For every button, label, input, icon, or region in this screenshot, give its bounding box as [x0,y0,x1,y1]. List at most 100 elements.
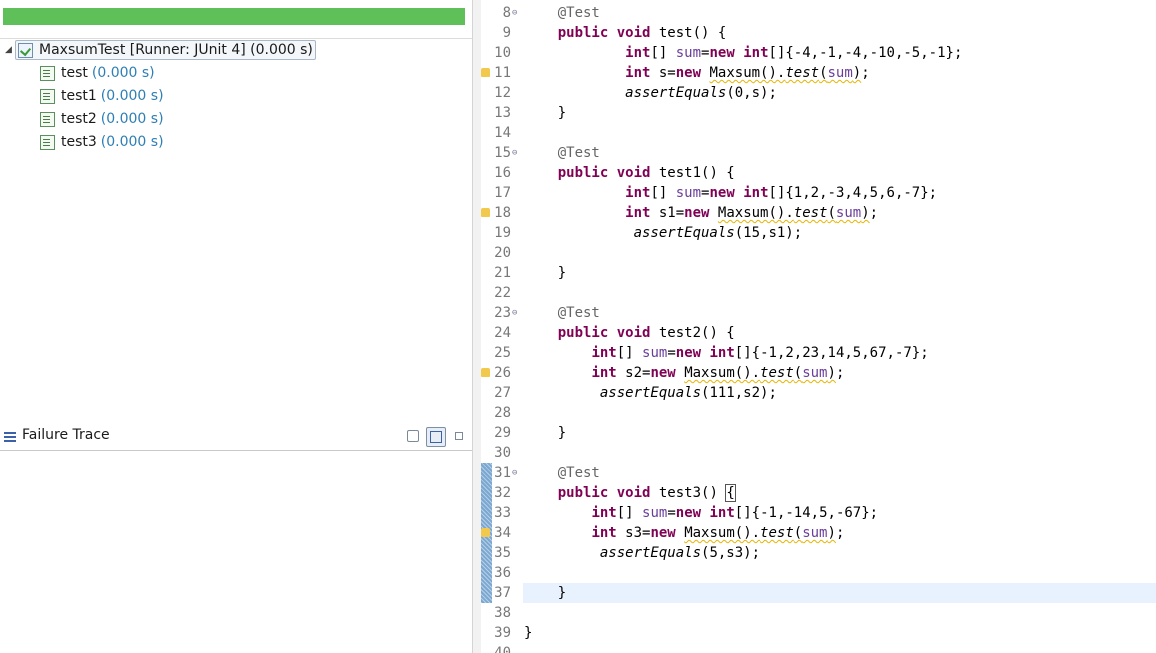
code-text: } [524,585,567,601]
test-case-ok-icon [40,65,55,81]
tree-item-test[interactable]: test3 (0.000 s) [40,131,164,153]
code-line[interactable]: 30 [481,443,1156,463]
compare-results-icon[interactable] [426,427,446,447]
code-line[interactable]: 35 assertEquals(5,s3); [481,543,1156,563]
code-line[interactable]: 36 [481,563,1156,583]
line-number: 9 [502,25,511,41]
code-line[interactable]: 22 [481,283,1156,303]
code-text: int[] sum=new int[]{-1,-14,5,-67}; [591,505,879,521]
tree-item-test[interactable]: test (0.000 s) [40,62,155,84]
code-line[interactable]: 20 [481,243,1156,263]
line-number: 28 [494,405,511,421]
line-number: 8 [502,5,511,21]
code-line[interactable]: 37 } [481,583,1156,603]
filter-stack-icon[interactable] [404,427,422,445]
tree-item-test-time: (0.000 s) [91,65,155,81]
code-text: int[] sum=new int[]{-4,-1,-4,-10,-5,-1}; [625,45,963,61]
test-suite-ok-icon [18,42,33,58]
tree-item-selection: MaxsumTest [Runner: JUnit 4] (0.000 s) [15,40,316,60]
line-number: 11 [494,65,511,81]
code-line[interactable]: 32 public void test3() { [481,483,1156,503]
code-line[interactable]: 11 int s=new Maxsum().test(sum); [481,63,1156,83]
code-line[interactable]: 28 [481,403,1156,423]
code-text: int[] sum=new int[]{-1,2,23,14,5,67,-7}; [591,345,929,361]
code-line[interactable]: 14 [481,123,1156,143]
line-number: 19 [494,225,511,241]
code-line[interactable]: 10 int[] sum=new int[]{-4,-1,-4,-10,-5,-… [481,43,1156,63]
line-number: 36 [494,565,511,581]
line-number: 31 [494,465,511,481]
code-line[interactable]: 39} [481,623,1156,643]
code-line[interactable]: 16 public void test1() { [481,163,1156,183]
tree-item-root[interactable]: ◢ MaxsumTest [Runner: JUnit 4] (0.000 s) [5,39,316,61]
tree-item-test-time: (0.000 s) [100,111,164,127]
line-number: 12 [494,85,511,101]
code-line[interactable]: 23 ⊖ @Test [481,303,1156,323]
code-line[interactable]: 38 [481,603,1156,623]
code-line[interactable]: 24 public void test2() { [481,323,1156,343]
code-text: } [524,105,567,121]
line-number: 17 [494,185,511,201]
line-number: 37 [494,585,511,601]
line-number: 27 [494,385,511,401]
fold-toggle-icon[interactable]: ⊖ [512,463,517,483]
code-text: int s2=new Maxsum().test(sum); [591,365,845,381]
line-number: 35 [494,545,511,561]
code-line[interactable]: 25 int[] sum=new int[]{-1,2,23,14,5,67,-… [481,343,1156,363]
code-line[interactable]: 15 ⊖ @Test [481,143,1156,163]
line-number: 16 [494,165,511,181]
code-line[interactable]: 33 int[] sum=new int[]{-1,-14,5,-67}; [481,503,1156,523]
code-text: assertEquals(111,s2); [599,385,777,401]
view-sash[interactable] [472,0,481,653]
fold-toggle-icon[interactable]: ⊖ [512,3,517,23]
code-line[interactable]: 17 int[] sum=new int[]{1,2,-3,4,5,6,-7}; [481,183,1156,203]
line-number: 29 [494,425,511,441]
line-number: 22 [494,285,511,301]
code-line[interactable]: 29 } [481,423,1156,443]
line-number: 10 [494,45,511,61]
code-text: @Test [557,465,600,481]
code-line[interactable]: 13 } [481,103,1156,123]
line-number: 20 [494,245,511,261]
code-text: assertEquals(0,s); [625,85,777,101]
code-line[interactable]: 8 ⊖ @Test [481,3,1156,23]
code-text: int s3=new Maxsum().test(sum); [591,525,845,541]
failure-trace-title: Failure Trace [22,427,110,443]
code-line[interactable]: 12 assertEquals(0,s); [481,83,1156,103]
fold-toggle-icon[interactable]: ⊖ [512,143,517,163]
fold-toggle-icon[interactable]: ⊖ [512,303,517,323]
tree-item-test[interactable]: test2 (0.000 s) [40,108,164,130]
code-text: } [524,425,567,441]
code-line[interactable]: 9 public void test() { [481,23,1156,43]
code-text: public void test1() { [557,165,735,181]
code-line[interactable]: 19 assertEquals(15,s1); [481,223,1156,243]
tree-item-test[interactable]: test1 (0.000 s) [40,85,164,107]
test-case-ok-icon [40,88,55,104]
code-line[interactable]: 34 int s3=new Maxsum().test(sum); [481,523,1156,543]
line-number: 33 [494,505,511,521]
view-menu-icon[interactable] [450,427,468,445]
line-number: 15 [494,145,511,161]
code-line[interactable]: 26 int s2=new Maxsum().test(sum); [481,363,1156,383]
code-text: } [524,265,567,281]
line-number: 21 [494,265,511,281]
code-text: int s=new Maxsum().test(sum); [625,65,870,81]
code-editor[interactable]: 8 ⊖ @Test 9 public void test() {10 int[] s… [481,0,1156,653]
junit-view: ◢ MaxsumTest [Runner: JUnit 4] (0.000 s)… [0,0,472,653]
expand-arrow-icon[interactable]: ◢ [5,39,15,61]
code-text: @Test [557,305,600,321]
code-line[interactable]: 40 [481,643,1156,653]
tree-item-test-name: test3 [61,134,97,150]
line-number: 13 [494,105,511,121]
code-text: assertEquals(15,s1); [633,225,803,241]
line-number: 24 [494,325,511,341]
code-line[interactable]: 21 } [481,263,1156,283]
code-line[interactable]: 18 int s1=new Maxsum().test(sum); [481,203,1156,223]
code-line[interactable]: 27 assertEquals(111,s2); [481,383,1156,403]
code-line[interactable]: 31 ⊖ @Test [481,463,1156,483]
tree-item-test-name: test1 [61,88,97,104]
failure-trace-icon [4,432,16,434]
line-number: 38 [494,605,511,621]
line-number: 32 [494,485,511,501]
line-number: 30 [494,445,511,461]
